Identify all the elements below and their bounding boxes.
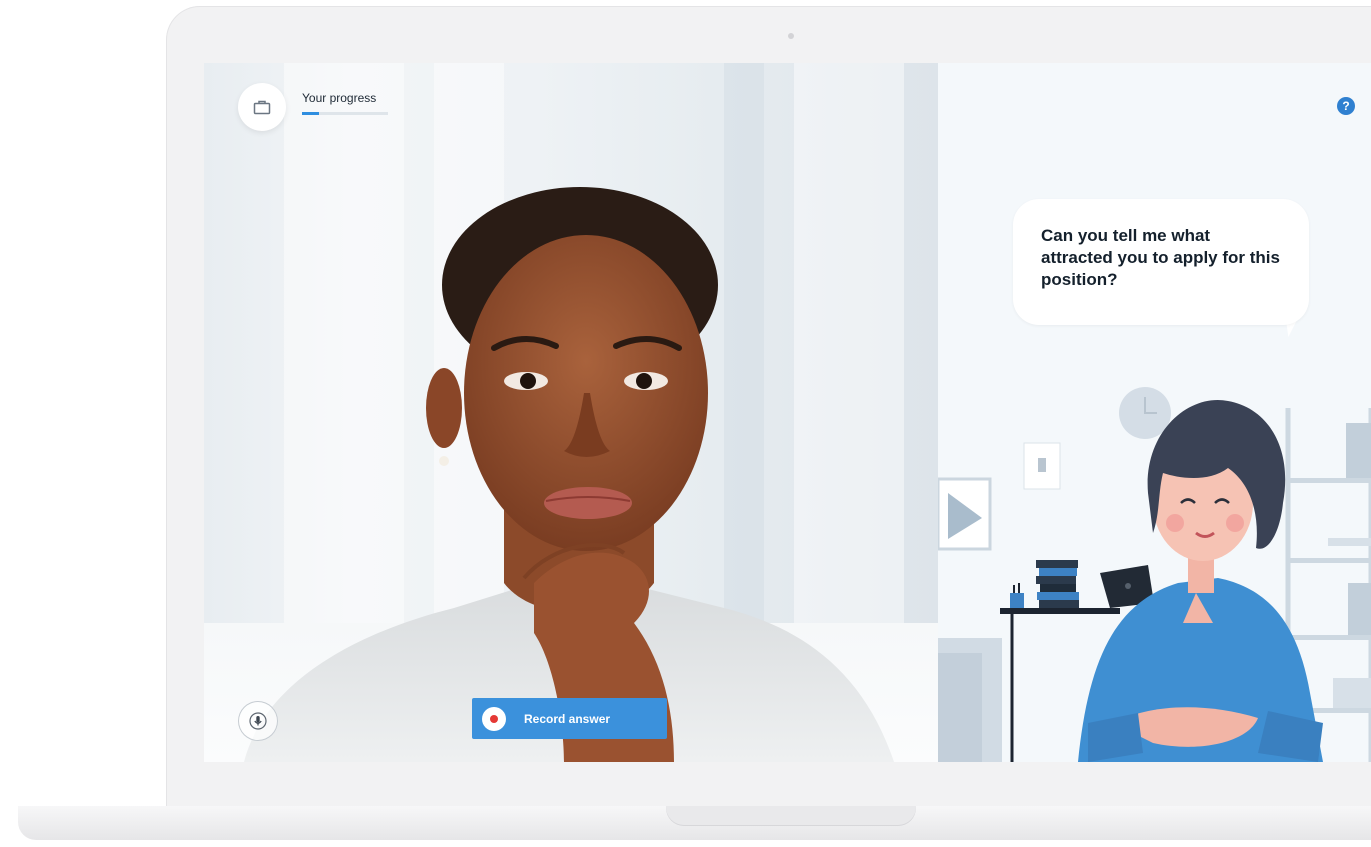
record-icon xyxy=(482,706,506,731)
progress-fill xyxy=(302,112,320,115)
interview-question: Can you tell me what attracted you to ap… xyxy=(1041,226,1280,289)
microphone-button[interactable] xyxy=(238,701,278,741)
assistant-panel: ? Can you tell me what attracted you to … xyxy=(938,63,1371,762)
record-answer-label: Record answer xyxy=(524,711,611,726)
progress-bar xyxy=(302,112,388,115)
assistant-illustration xyxy=(938,387,1371,762)
briefcase-icon xyxy=(253,100,271,115)
record-answer-button[interactable]: Record answer xyxy=(472,698,667,739)
help-icon[interactable]: ? xyxy=(1337,97,1355,115)
interview-screen: Your progress Record answer ? Can you te… xyxy=(204,63,1371,762)
microphone-icon xyxy=(249,712,267,730)
progress-button[interactable] xyxy=(238,83,286,131)
progress-label: Your progress xyxy=(302,91,377,105)
candidate-photo xyxy=(244,187,894,762)
laptop-notch xyxy=(666,806,916,826)
laptop-camera xyxy=(788,33,794,39)
question-bubble: Can you tell me what attracted you to ap… xyxy=(1013,199,1309,325)
candidate-video: Your progress Record answer xyxy=(204,63,938,762)
